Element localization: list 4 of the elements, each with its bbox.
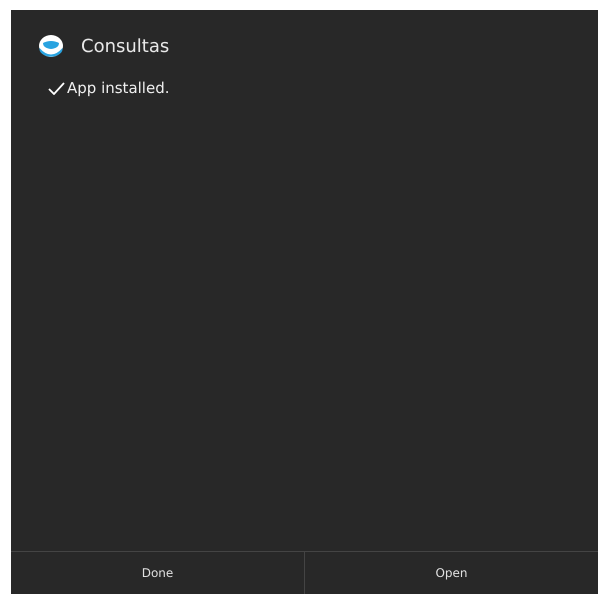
checkmark-icon bbox=[48, 82, 65, 94]
app-name: Consultas bbox=[81, 36, 170, 56]
status-message: App installed. bbox=[67, 79, 170, 97]
app-icon bbox=[39, 35, 63, 57]
